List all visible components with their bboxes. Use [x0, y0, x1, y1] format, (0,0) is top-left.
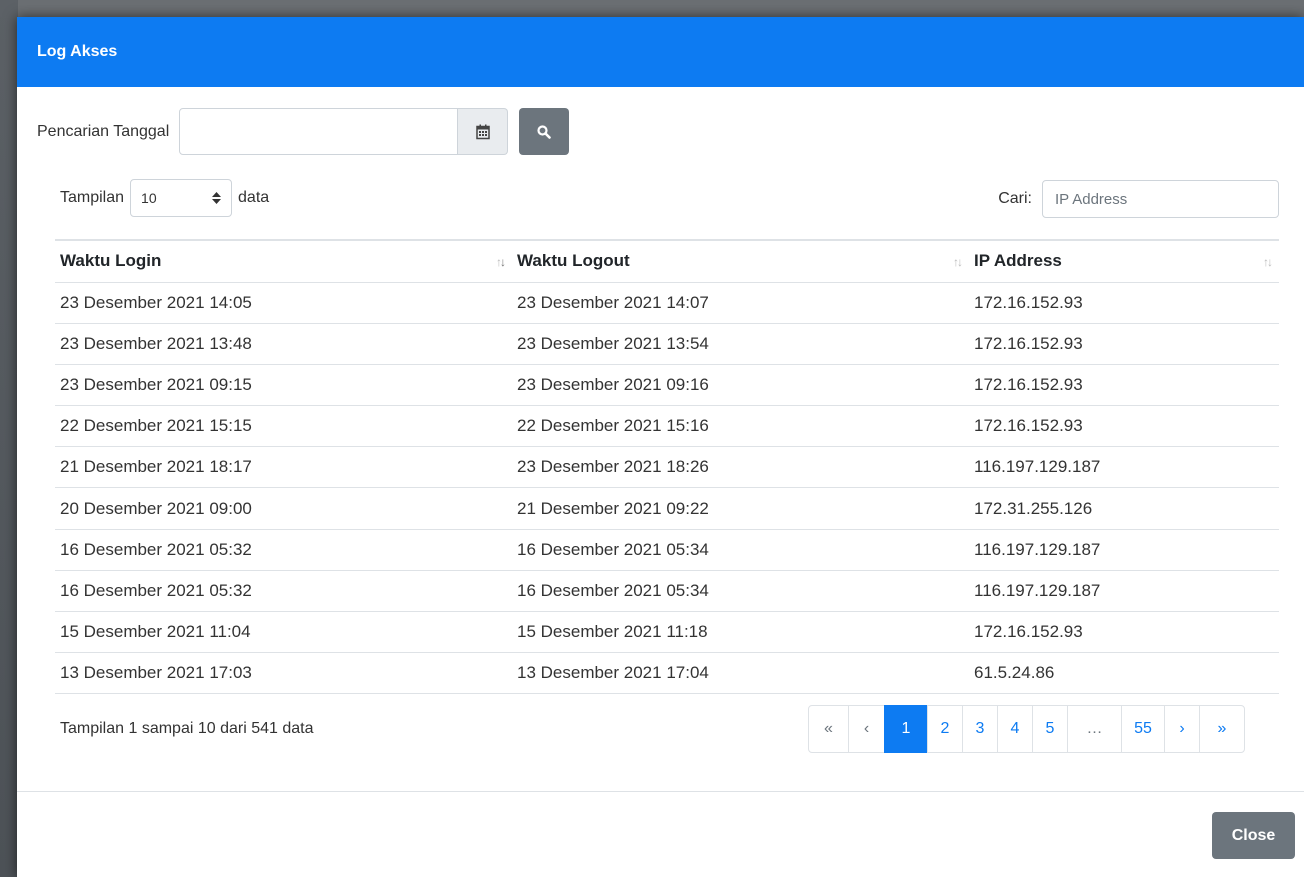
- page-2-button[interactable]: 2: [927, 705, 963, 753]
- cell-ip: 116.197.129.187: [969, 446, 1279, 489]
- table-row: 23 Desember 2021 09:15 23 Desember 2021 0…: [55, 364, 1279, 407]
- date-search-label: Pencarian Tanggal: [37, 122, 170, 140]
- cell-ip: 172.16.152.93: [969, 282, 1279, 324]
- cell-ip: 172.16.152.93: [969, 323, 1279, 365]
- date-input-group: [179, 108, 509, 155]
- page-last-button[interactable]: »: [1199, 705, 1245, 753]
- modal-header: Log Akses: [17, 17, 1304, 87]
- log-access-modal: Log Akses Pencarian Tanggal Tampilan 10 …: [17, 17, 1304, 877]
- table-row: 15 Desember 2021 11:04 15 Desember 2021 1…: [55, 611, 1279, 654]
- page-1-button[interactable]: 1: [884, 705, 928, 753]
- cell-ip: 116.197.129.187: [969, 570, 1279, 613]
- page-length-select[interactable]: 10: [130, 179, 233, 217]
- date-input[interactable]: [179, 108, 459, 155]
- cell-login: 13 Desember 2021 17:03: [55, 652, 512, 695]
- cell-ip: 61.5.24.86: [969, 652, 1279, 695]
- page-prev-button[interactable]: ‹: [848, 705, 885, 753]
- cell-login: 23 Desember 2021 09:15: [55, 364, 512, 407]
- close-button[interactable]: Close: [1212, 812, 1295, 859]
- cell-logout: 23 Desember 2021 09:16: [512, 364, 969, 407]
- cell-logout: 13 Desember 2021 17:04: [512, 652, 969, 695]
- cell-logout: 23 Desember 2021 13:54: [512, 323, 969, 365]
- cell-ip: 172.16.152.93: [969, 611, 1279, 654]
- cell-login: 15 Desember 2021 11:04: [55, 611, 512, 654]
- cell-login: 23 Desember 2021 13:48: [55, 323, 512, 365]
- filter-label: Cari:: [998, 190, 1032, 207]
- page-4-button[interactable]: 4: [997, 705, 1033, 753]
- header-label: Waktu Logout: [517, 251, 630, 271]
- column-header-logout[interactable]: Waktu Logout ↑↓: [512, 239, 969, 283]
- table-row: 23 Desember 2021 14:05 23 Desember 2021 1…: [55, 282, 1279, 324]
- ip-filter-input[interactable]: [1042, 180, 1279, 218]
- cell-logout: 23 Desember 2021 18:26: [512, 446, 969, 489]
- table-row: 23 Desember 2021 13:48 23 Desember 2021 1…: [55, 323, 1279, 365]
- page-first-button[interactable]: «: [808, 705, 849, 753]
- cell-logout: 16 Desember 2021 05:34: [512, 570, 969, 613]
- page-ellipsis: …: [1067, 705, 1122, 753]
- date-search-row: Pencarian Tanggal: [37, 108, 570, 155]
- table-row: 22 Desember 2021 15:15 22 Desember 2021 1…: [55, 405, 1279, 448]
- sort-caret-icon: [212, 192, 222, 204]
- cell-login: 23 Desember 2021 14:05: [55, 282, 512, 324]
- cell-login: 22 Desember 2021 15:15: [55, 405, 512, 448]
- page-backdrop: [0, 0, 18, 877]
- table-row: 21 Desember 2021 18:17 23 Desember 2021 1…: [55, 446, 1279, 489]
- calendar-icon: [476, 124, 490, 139]
- column-header-login[interactable]: Waktu Login ↑↓: [55, 239, 512, 283]
- table-row: 20 Desember 2021 09:00 21 Desember 2021 0…: [55, 487, 1279, 530]
- page-5-button[interactable]: 5: [1032, 705, 1068, 753]
- calendar-button[interactable]: [458, 108, 509, 155]
- cell-logout: 21 Desember 2021 09:22: [512, 487, 969, 530]
- cell-logout: 23 Desember 2021 14:07: [512, 282, 969, 324]
- search-button[interactable]: [519, 108, 570, 155]
- cell-ip: 116.197.129.187: [969, 529, 1279, 571]
- table-filter: Cari:: [998, 180, 1279, 218]
- search-icon: [537, 124, 552, 139]
- sort-icon: ↑↓: [1263, 255, 1273, 269]
- cell-login: 16 Desember 2021 05:32: [55, 529, 512, 571]
- length-prefix: Tampilan: [60, 189, 125, 206]
- page-55-button[interactable]: 55: [1121, 705, 1165, 753]
- table-info: Tampilan 1 sampai 10 dari 541 data: [60, 720, 314, 737]
- cell-login: 20 Desember 2021 09:00: [55, 487, 512, 530]
- cell-ip: 172.16.152.93: [969, 364, 1279, 407]
- header-label: IP Address: [974, 251, 1062, 271]
- cell-logout: 16 Desember 2021 05:34: [512, 529, 969, 571]
- cell-login: 16 Desember 2021 05:32: [55, 570, 512, 613]
- page-length-value: 10: [141, 190, 157, 206]
- access-log-table: Waktu Login ↑↓ Waktu Logout ↑↓ IP Addres…: [55, 239, 1279, 695]
- table-header-row: Waktu Login ↑↓ Waktu Logout ↑↓ IP Addres…: [55, 239, 1279, 283]
- table-row: 13 Desember 2021 17:03 13 Desember 2021 1…: [55, 652, 1279, 695]
- cell-ip: 172.31.255.126: [969, 487, 1279, 530]
- footer-divider: [17, 791, 1304, 792]
- column-header-ip[interactable]: IP Address ↑↓: [969, 239, 1279, 283]
- page-3-button[interactable]: 3: [962, 705, 998, 753]
- cell-logout: 15 Desember 2021 11:18: [512, 611, 969, 654]
- table-row: 16 Desember 2021 05:32 16 Desember 2021 0…: [55, 570, 1279, 613]
- page-next-button[interactable]: ›: [1164, 705, 1200, 753]
- sort-icon: ↑↓: [496, 255, 506, 269]
- cell-login: 21 Desember 2021 18:17: [55, 446, 512, 489]
- cell-ip: 172.16.152.93: [969, 405, 1279, 448]
- modal-title: Log Akses: [37, 43, 118, 60]
- header-label: Waktu Login: [60, 251, 162, 271]
- page-length-control: Tampilan 10 data: [60, 179, 269, 217]
- cell-logout: 22 Desember 2021 15:16: [512, 405, 969, 448]
- table-row: 16 Desember 2021 05:32 16 Desember 2021 0…: [55, 529, 1279, 571]
- pagination: « ‹ 1 2 3 4 5 … 55 › »: [808, 705, 1245, 753]
- length-suffix: data: [238, 189, 270, 206]
- sort-icon: ↑↓: [953, 255, 963, 269]
